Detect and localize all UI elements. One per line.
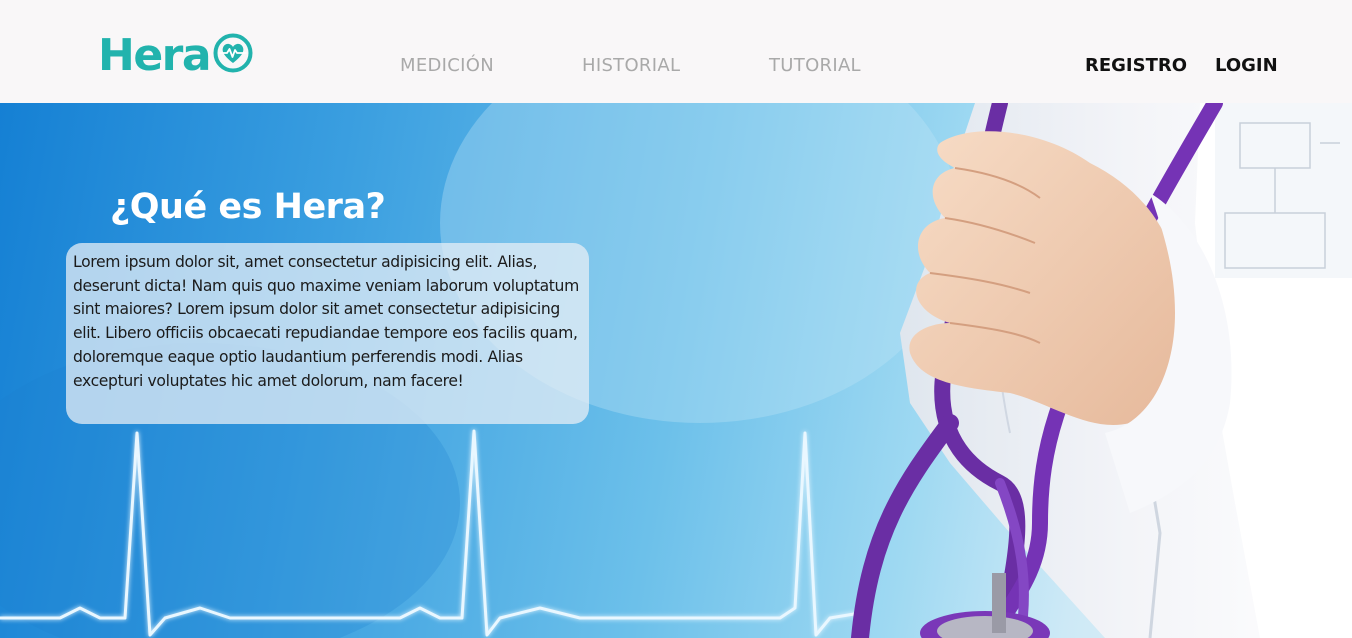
login-link[interactable]: LOGIN (1215, 55, 1278, 76)
nav-historial[interactable]: HISTORIAL (582, 55, 680, 76)
nav-medicion[interactable]: MEDICIÓN (400, 55, 494, 76)
top-navbar: Hera MEDICIÓN HISTORIAL TUTORIAL REGISTR… (0, 0, 1352, 103)
hero-title: ¿Qué es Hera? (110, 187, 386, 227)
hero-section: ¿Qué es Hera? Lorem ipsum dolor sit, ame… (0, 103, 1352, 638)
registro-link[interactable]: REGISTRO (1085, 55, 1187, 76)
brand-name: Hera (98, 30, 212, 81)
hero-description: Lorem ipsum dolor sit, amet consectetur … (73, 253, 579, 390)
hero-description-card: Lorem ipsum dolor sit, amet consectetur … (66, 243, 589, 424)
nav-tutorial[interactable]: TUTORIAL (769, 55, 861, 76)
heart-pulse-icon (213, 33, 253, 73)
brand-logo[interactable]: Hera (98, 30, 254, 82)
